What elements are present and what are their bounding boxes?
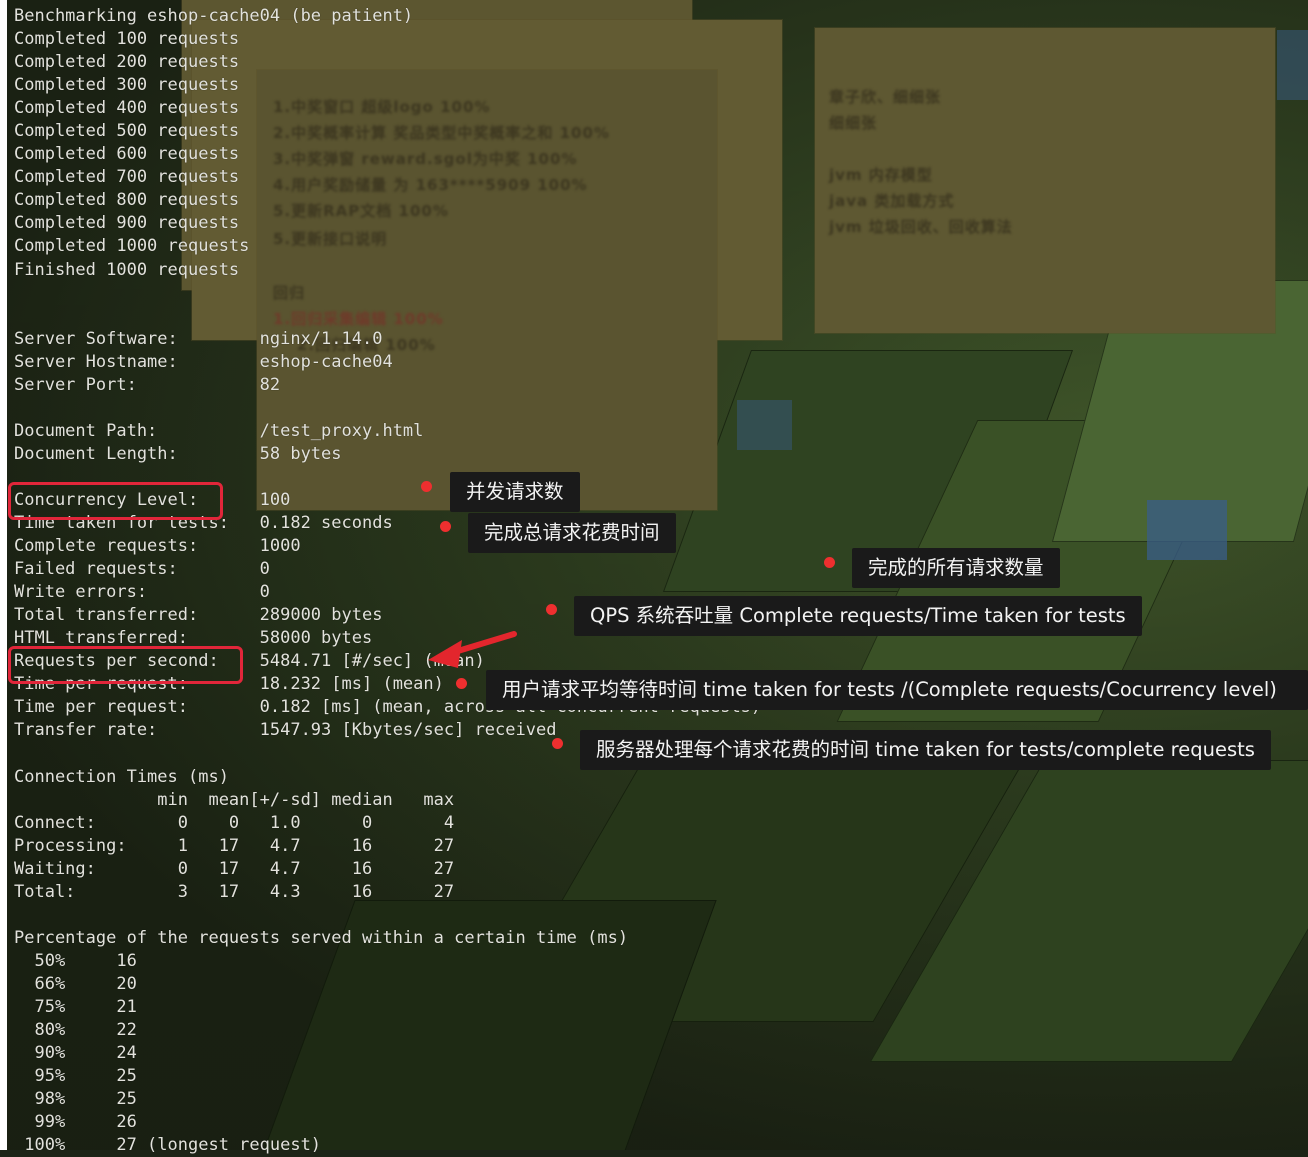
annotation-dot	[456, 678, 467, 689]
water-patch	[1147, 500, 1227, 560]
note-text: jvm 垃圾回收、回收算法	[829, 218, 1013, 236]
terminal-line: Failed requests: 0	[14, 559, 270, 580]
terminal-line: Completed 1000 requests	[14, 236, 250, 257]
terminal-line: Document Path: /test_proxy.html	[14, 420, 424, 441]
annotation-complete-requests: 完成的所有请求数量	[852, 548, 1060, 588]
terminal-line: Completed 800 requests	[14, 190, 240, 211]
note-text: java 类加载方式	[829, 192, 955, 210]
terminal-line: Server Hostname: eshop-cache04	[14, 351, 393, 372]
terminal-line: Completed 600 requests	[14, 144, 240, 165]
terminal-line: 95% 25	[14, 1066, 137, 1087]
water-patch	[1277, 30, 1308, 100]
terminal-line: Server Software: nginx/1.14.0	[14, 328, 383, 349]
terminal-line: Completed 900 requests	[14, 213, 240, 234]
terminal-line: Completed 300 requests	[14, 75, 240, 96]
requests-per-second-highlight	[8, 646, 243, 684]
terminal-line: Percentage of the requests served within…	[14, 927, 629, 948]
annotation-qps: QPS 系统吞吐量 Complete requests/Time taken f…	[574, 596, 1142, 636]
terminal-line: 100% 27 (longest request)	[14, 1135, 322, 1156]
terminal-line: 66% 20	[14, 973, 137, 994]
terminal-line: 98% 25	[14, 1089, 137, 1110]
annotation-dot	[421, 481, 432, 492]
terminal-line: Processing: 1 17 4.7 16 27	[14, 835, 455, 856]
concurrency-level-highlight	[8, 482, 223, 520]
terminal-line: Waiting: 0 17 4.7 16 27	[14, 858, 455, 879]
terminal-line: Completed 400 requests	[14, 98, 240, 119]
terminal-line: Completed 700 requests	[14, 167, 240, 188]
annotation-time-taken: 完成总请求花费时间	[468, 513, 676, 553]
terminal-line: 50% 16	[14, 950, 137, 971]
terminal-line: Document Length: 58 bytes	[14, 443, 342, 464]
terminal-line: 75% 21	[14, 997, 137, 1018]
left-edge-strip	[0, 0, 7, 1150]
annotation-dot	[440, 521, 451, 532]
annotation-concurrency: 并发请求数	[450, 472, 580, 512]
annotation-time-per-request-user: 用户请求平均等待时间 time taken for tests /(Comple…	[486, 670, 1308, 710]
terminal-line: Completed 100 requests	[14, 29, 240, 50]
terminal-line: 80% 22	[14, 1020, 137, 1041]
terminal-line: Completed 200 requests	[14, 52, 240, 73]
terminal-line: 90% 24	[14, 1043, 137, 1064]
terminal-line: Connect: 0 0 1.0 0 4	[14, 812, 455, 833]
terminal-line: Completed 500 requests	[14, 121, 240, 142]
annotation-dot	[546, 604, 557, 615]
note-text: jvm 内存模型	[829, 166, 933, 184]
terminal-line: 99% 26	[14, 1112, 137, 1133]
annotation-time-per-request-server: 服务器处理每个请求花费的时间 time taken for tests/comp…	[580, 730, 1271, 770]
terminal-line: Benchmarking eshop-cache04 (be patient)	[14, 6, 414, 26]
annotation-dot	[824, 557, 835, 568]
terminal-line: Finished 1000 requests	[14, 259, 240, 280]
annotation-dot	[552, 738, 563, 749]
terminal-line: Total: 3 17 4.3 16 27	[14, 881, 455, 902]
note-text: 细细张	[829, 114, 878, 132]
terminal-line: Server Port: 82	[14, 374, 281, 395]
terminal-line: min mean[+/-sd] median max	[14, 789, 455, 810]
note-text: 章子欣、细细张	[829, 88, 942, 106]
terminal-output: Benchmarking eshop-cache04 (be patient) C…	[14, 5, 761, 1157]
